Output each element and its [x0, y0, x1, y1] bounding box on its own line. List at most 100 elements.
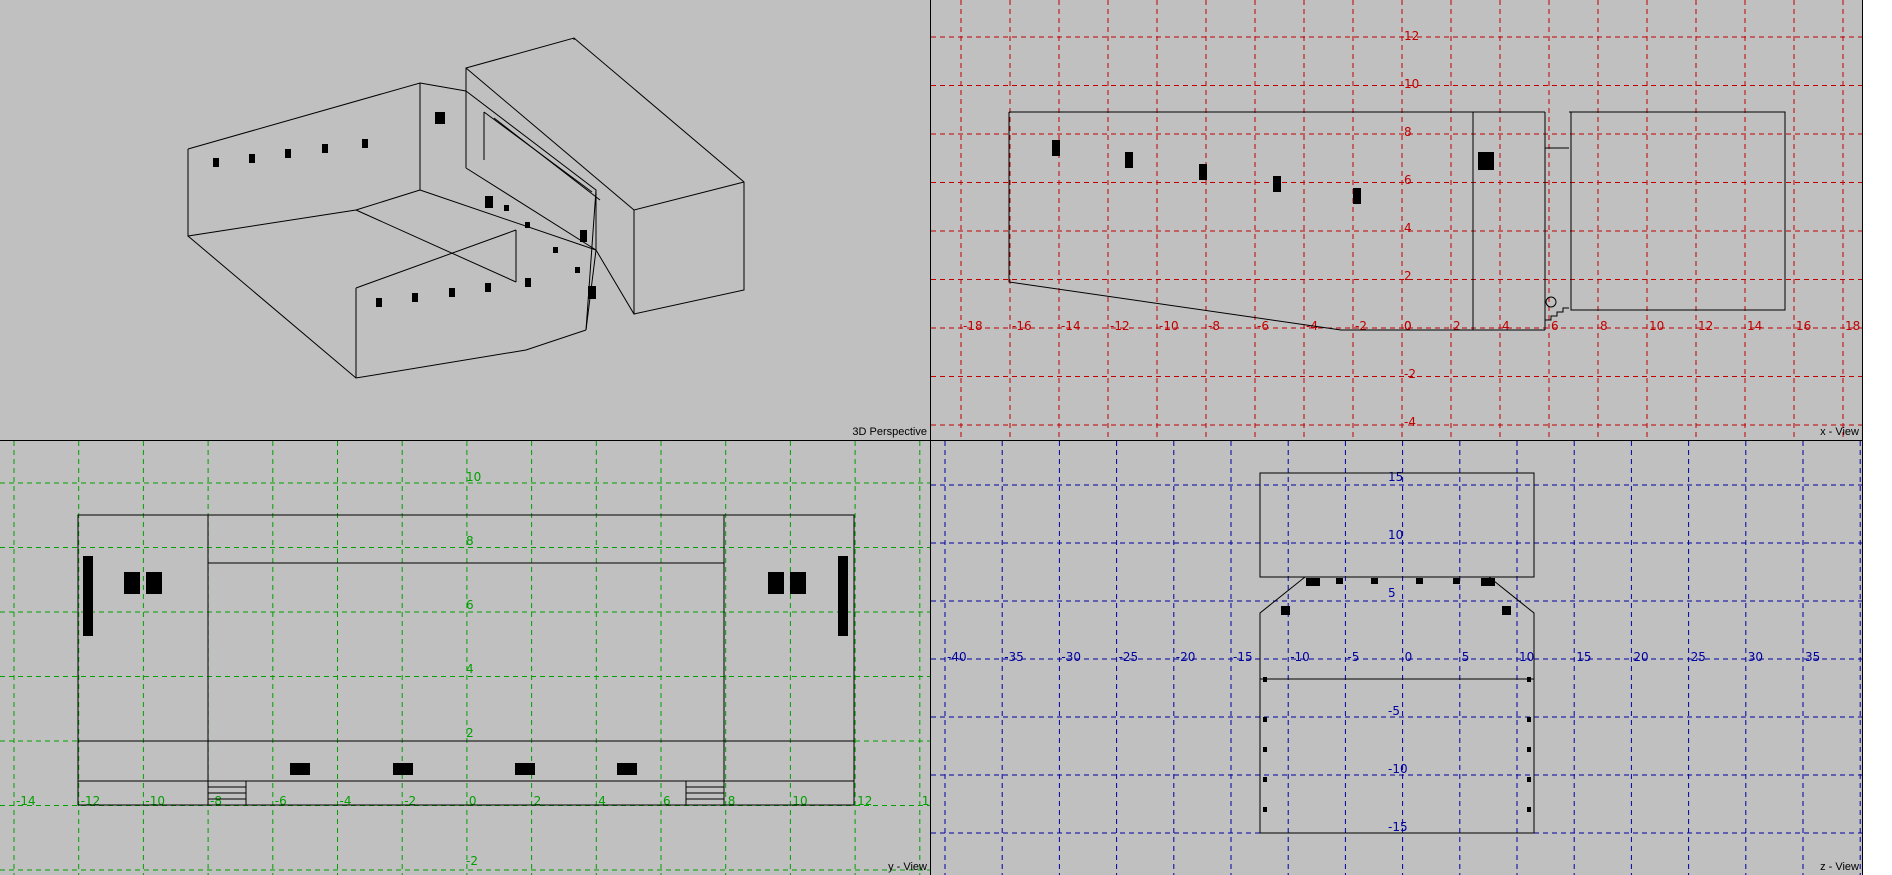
y-view-v-tick-label: 6: [466, 598, 474, 612]
y-view-v-tick-label: -2: [466, 854, 478, 868]
z-view-v-tick-label: 10: [1388, 528, 1403, 542]
y-view-label: y - View: [888, 861, 927, 873]
x-view-h-tick-label: -12: [1110, 319, 1130, 333]
y-view-h-tick-label: -8: [210, 794, 222, 808]
y-view-h-tick-label: -10: [145, 794, 165, 808]
stage-box-outline: [465, 37, 745, 315]
z-view-horizontal-ticks: -40-35-30-25-20-15-10-50510152025303540: [947, 650, 1820, 664]
x-view-h-tick-label: -2: [1355, 319, 1367, 333]
y-view-h-tick-label: -6: [275, 794, 287, 808]
x-view-h-tick-label: -8: [1208, 319, 1220, 333]
y-view-v-tick-label: 8: [466, 534, 474, 548]
x-view-h-tick-label: 2: [1453, 319, 1461, 333]
room-floor-edge: [187, 235, 587, 379]
x-view-viewport[interactable]: -18 -16 -14 -12 -10 -8 -6 -4 -2 0 2 4 6 8 10 12 14 16 18 1…: [931, 0, 1862, 440]
z-view-speakers: [1263, 578, 1531, 812]
y-view-h-tick-label: 4: [598, 794, 606, 808]
x-view-v-tick-label: 10: [1404, 77, 1419, 91]
y-view-horizontal-ticks: -14 -12 -10 -8 -6 -4 -2 0 2 4 6 8 10 12 14: [16, 794, 930, 808]
x-view-h-tick-label: 8: [1600, 319, 1608, 333]
z-view-h-tick-label: 30: [1748, 650, 1763, 664]
y-view-h-tick-label: 12: [857, 794, 872, 808]
z-view-h-tick-label: -15: [1233, 650, 1253, 664]
y-view-v-tick-label: 10: [466, 470, 481, 484]
y-view-h-tick-label: 0: [469, 794, 477, 808]
x-view-h-tick-label: -14: [1061, 319, 1081, 333]
z-view-viewport[interactable]: -40-35-30-25-20-15-10-50510152025303540 …: [931, 441, 1862, 875]
z-view-v-tick-label: 5: [1388, 586, 1396, 600]
x-view-vertical-ticks: 12 10 8 6 4 2 0 -2 -4: [1404, 29, 1419, 429]
x-view-v-tick-label: 0: [1404, 319, 1412, 333]
z-view-h-tick-label: 25: [1691, 650, 1706, 664]
y-view-v-tick-label: 2: [466, 726, 474, 740]
z-view-h-tick-label: -20: [1176, 650, 1196, 664]
x-view-h-tick-label: -6: [1257, 319, 1269, 333]
perspective-viewport[interactable]: 3D Perspective: [0, 0, 930, 440]
z-view-h-tick-label: 20: [1633, 650, 1648, 664]
x-view-v-tick-label: 2: [1404, 269, 1412, 283]
z-view-v-tick-label: -10: [1388, 762, 1408, 776]
x-view-v-tick-label: -2: [1404, 367, 1416, 381]
y-view-h-tick-label: -2: [404, 794, 416, 808]
x-view-h-tick-label: 16: [1796, 319, 1811, 333]
x-view-h-tick-label: -18: [963, 319, 983, 333]
x-view-v-tick-label: 8: [1404, 125, 1412, 139]
x-view-h-tick-label: -16: [1012, 319, 1032, 333]
x-view-h-tick-label: 12: [1698, 319, 1713, 333]
perspective-speakers: [213, 112, 596, 307]
y-view-h-tick-label: -14: [16, 794, 36, 808]
x-view-v-tick-label: 12: [1404, 29, 1419, 43]
room-acoustics-viewer: 3D Perspective -18 -16 -14 -12 -10 -8 -6 -4 -2 0 2…: [0, 0, 1892, 875]
x-view-h-tick-label: 18: [1845, 319, 1860, 333]
x-view-canvas: -18 -16 -14 -12 -10 -8 -6 -4 -2 0 2 4 6 8 10 12 14 16 18 1…: [931, 0, 1862, 440]
z-view-h-tick-label: -10: [1290, 650, 1310, 664]
y-view-h-tick-label: 2: [534, 794, 542, 808]
y-view-viewport[interactable]: -14 -12 -10 -8 -6 -4 -2 0 2 4 6 8 10 12 14 10 8 6 4 2 -2: [0, 441, 930, 875]
y-view-v-tick-label: 4: [466, 662, 474, 676]
x-view-h-tick-label: 4: [1502, 319, 1510, 333]
x-view-h-tick-label: 14: [1747, 319, 1762, 333]
y-view-wireframe: [77, 514, 855, 806]
y-view-h-tick-label: 14: [922, 794, 930, 808]
z-view-h-tick-label: 10: [1519, 650, 1534, 664]
y-view-h-tick-label: 10: [792, 794, 807, 808]
z-view-h-tick-label: -5: [1347, 650, 1359, 664]
z-view-h-tick-label: 5: [1462, 650, 1470, 664]
viewport-right-border: [1862, 0, 1863, 875]
perspective-label: 3D Perspective: [852, 426, 927, 438]
z-view-h-tick-label: 35: [1805, 650, 1820, 664]
x-view-h-tick-label: 10: [1649, 319, 1664, 333]
perspective-wireframe: [187, 37, 745, 379]
z-view-h-tick-label: -40: [947, 650, 967, 664]
x-view-h-tick-label: 6: [1551, 319, 1559, 333]
z-view-h-tick-label: -35: [1004, 650, 1024, 664]
y-view-h-tick-label: -12: [81, 794, 101, 808]
y-view-vertical-ticks: 10 8 6 4 2 -2: [466, 470, 481, 868]
viewport-divider-horizontal[interactable]: [0, 440, 1862, 441]
room-wall-outline: [187, 82, 421, 237]
z-view-h-tick-label: 0: [1405, 650, 1413, 664]
z-view-v-tick-label: 15: [1388, 470, 1403, 484]
x-view-horizontal-ticks: -18 -16 -14 -12 -10 -8 -6 -4 -2 0 2 4 6 8 10 12 14 16 18: [963, 319, 1860, 333]
y-view-h-tick-label: -4: [340, 794, 352, 808]
x-view-v-tick-label: 6: [1404, 173, 1412, 187]
y-view-canvas: -14 -12 -10 -8 -6 -4 -2 0 2 4 6 8 10 12 14 10 8 6 4 2 -2: [0, 441, 930, 875]
x-view-wireframe: [1008, 111, 1786, 331]
x-view-label: x - View: [1820, 426, 1859, 438]
y-view-grid: [0, 441, 930, 875]
z-view-canvas: -40-35-30-25-20-15-10-50510152025303540 …: [931, 441, 1862, 875]
z-view-v-tick-label: -15: [1388, 820, 1408, 834]
z-view-h-tick-label: -30: [1061, 650, 1081, 664]
x-view-speakers: [1052, 140, 1494, 204]
x-view-h-tick-label: -10: [1159, 319, 1179, 333]
y-view-h-tick-label: 8: [728, 794, 736, 808]
z-view-h-tick-label: -25: [1119, 650, 1139, 664]
viewport-divider-vertical[interactable]: [930, 0, 931, 875]
x-view-v-tick-label: 4: [1404, 221, 1412, 235]
y-view-h-tick-label: 6: [663, 794, 671, 808]
z-view-label: z - View: [1820, 861, 1859, 873]
x-view-v-tick-label: -4: [1404, 415, 1416, 429]
x-view-grid: [931, 0, 1862, 440]
x-view-listener-icon: [1545, 296, 1557, 308]
z-view-v-tick-label: -5: [1388, 704, 1400, 718]
